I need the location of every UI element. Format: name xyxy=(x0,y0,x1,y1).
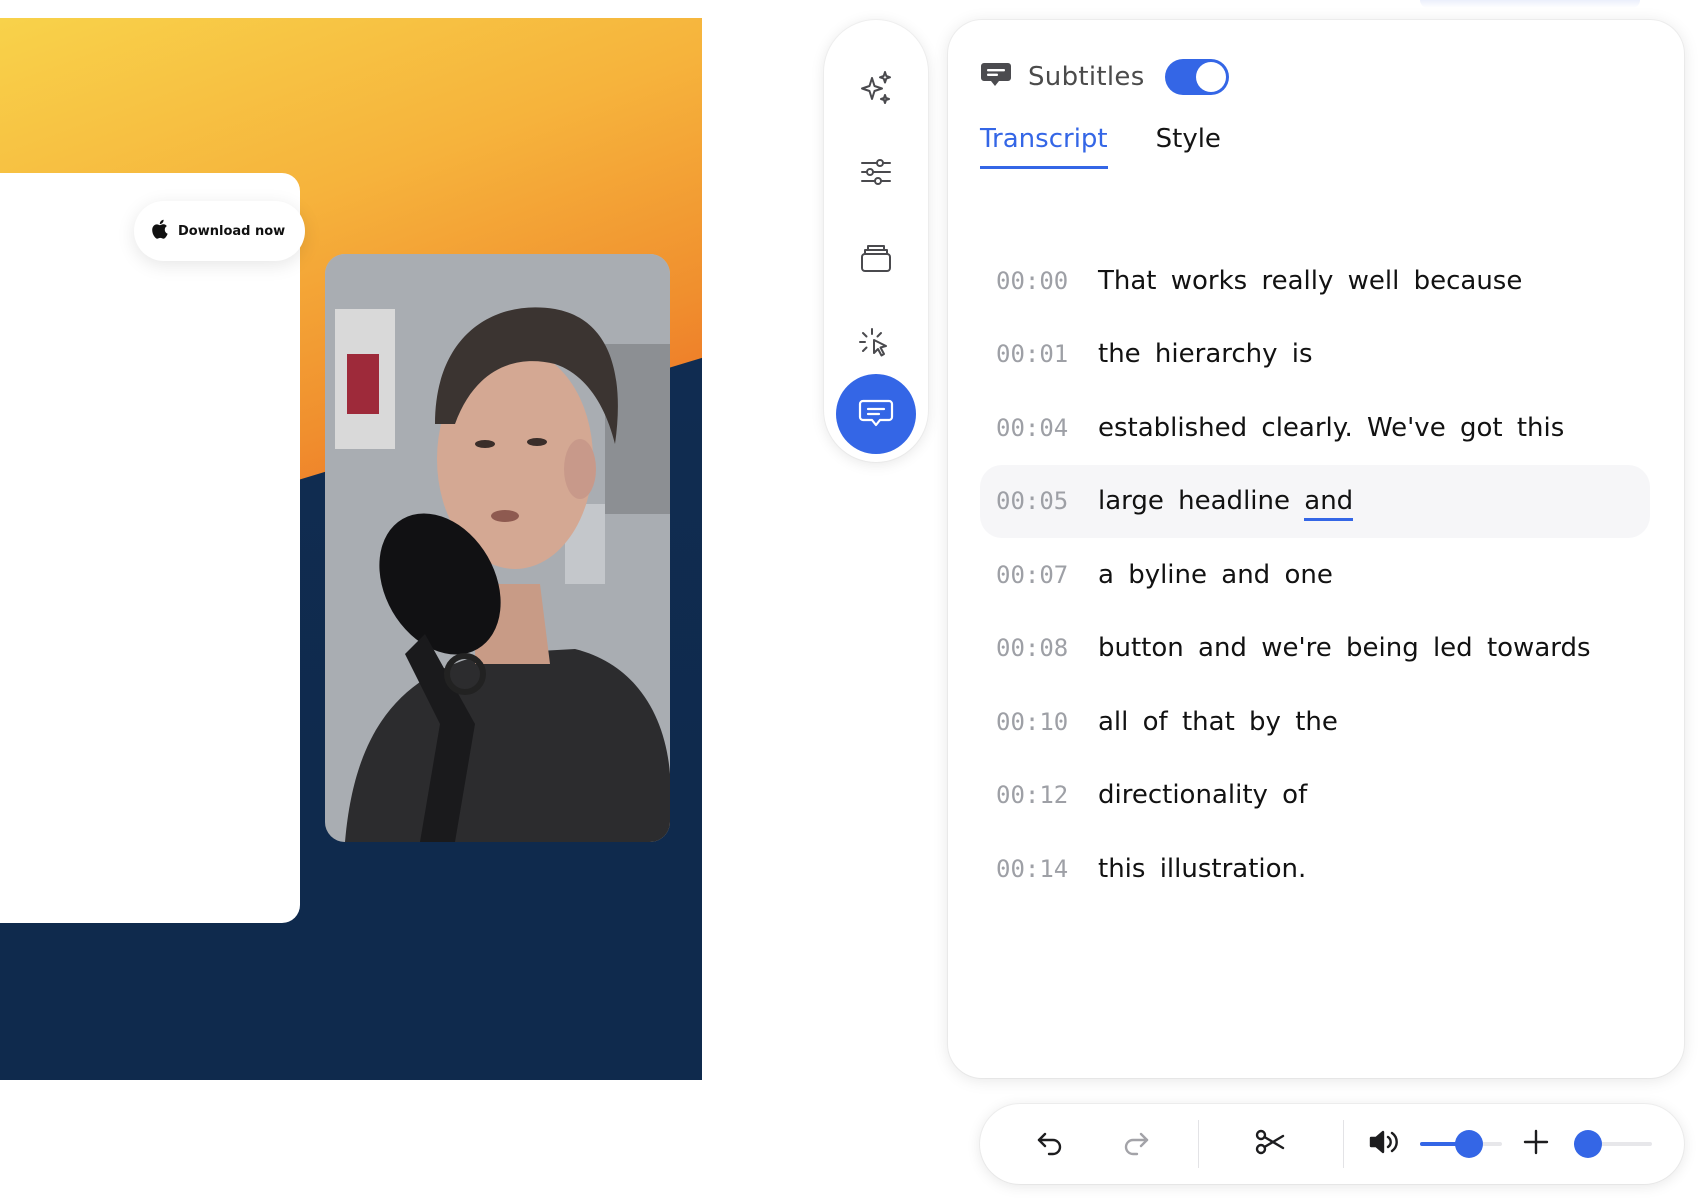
row-timestamp: 00:04 xyxy=(996,413,1069,442)
transcript-row[interactable]: 00:12 directionality of xyxy=(980,759,1650,833)
subtitles-header-icon xyxy=(980,60,1012,94)
volume-slider[interactable] xyxy=(1420,1130,1502,1158)
sliders-icon xyxy=(856,152,896,196)
transcript-row-active[interactable]: 00:05 large headline and xyxy=(980,464,1650,538)
row-text[interactable]: large headline and xyxy=(1098,486,1354,522)
download-now-label: Download now xyxy=(178,223,286,239)
row-timestamp: 00:10 xyxy=(996,707,1069,736)
row-timestamp: 00:08 xyxy=(996,634,1069,663)
sparkles-icon xyxy=(856,68,896,112)
transcript-row[interactable]: 00:14 this illustration. xyxy=(980,832,1650,906)
row-text[interactable]: button and we're being led towards xyxy=(1098,633,1591,663)
transcript-row[interactable]: 00:07 a byline and one xyxy=(980,538,1650,612)
white-card xyxy=(0,173,300,923)
redo-icon xyxy=(1121,1127,1151,1161)
magic-tools-button[interactable] xyxy=(836,50,916,130)
row-text-before: large headline xyxy=(1098,486,1290,517)
zoom-in-button[interactable] xyxy=(1516,1124,1556,1164)
row-timestamp: 00:00 xyxy=(996,266,1069,295)
adjustments-button[interactable] xyxy=(836,134,916,214)
current-word[interactable]: and xyxy=(1304,486,1354,522)
panel-title: Subtitles xyxy=(1028,62,1145,92)
row-timestamp: 00:05 xyxy=(996,487,1069,516)
speaker-video-thumbnail[interactable] xyxy=(325,254,670,842)
tab-style[interactable]: Style xyxy=(1156,124,1221,169)
zoom-slider[interactable] xyxy=(1574,1130,1652,1158)
download-now-button[interactable]: Download now xyxy=(134,201,306,261)
transcript-row[interactable]: 00:10 all of that by the xyxy=(980,685,1650,759)
top-shadow xyxy=(1420,0,1640,8)
volume-icon xyxy=(1367,1127,1403,1161)
apple-icon xyxy=(152,219,170,243)
volume-button[interactable] xyxy=(1365,1124,1405,1164)
tool-rail xyxy=(824,20,928,462)
video-canvas[interactable]: Download now xyxy=(0,18,702,1080)
toggle-knob xyxy=(1195,62,1226,92)
subtitles-tool-button[interactable] xyxy=(836,374,916,454)
transcript-list: 00:00 That works really well because 00:… xyxy=(980,244,1650,906)
row-timestamp: 00:07 xyxy=(996,560,1069,589)
row-text[interactable]: the hierarchy is xyxy=(1098,339,1313,369)
speaker-illustration xyxy=(325,254,670,842)
transcript-row[interactable]: 00:01 the hierarchy is xyxy=(980,318,1650,392)
row-timestamp: 00:14 xyxy=(996,854,1069,883)
subtitles-toggle[interactable] xyxy=(1164,59,1229,95)
row-timestamp: 00:01 xyxy=(996,340,1069,369)
layers-icon xyxy=(856,238,896,282)
layers-button[interactable] xyxy=(836,220,916,300)
row-text[interactable]: That works really well because xyxy=(1098,266,1522,296)
panel-header: Subtitles xyxy=(980,54,1229,100)
toolbar-divider xyxy=(1198,1120,1199,1168)
zoom-slider-thumb[interactable] xyxy=(1574,1130,1603,1158)
transcript-row[interactable]: 00:08 button and we're being led towards xyxy=(980,612,1650,686)
split-button[interactable] xyxy=(1250,1124,1290,1164)
tab-transcript[interactable]: Transcript xyxy=(980,124,1108,169)
redo-button[interactable] xyxy=(1116,1124,1156,1164)
row-timestamp: 00:12 xyxy=(996,781,1069,810)
subtitles-icon xyxy=(856,392,896,436)
volume-slider-thumb[interactable] xyxy=(1455,1130,1484,1158)
transcript-row[interactable]: 00:00 That works really well because xyxy=(980,244,1650,318)
row-text[interactable]: all of that by the xyxy=(1098,707,1338,737)
undo-button[interactable] xyxy=(1030,1124,1070,1164)
zoom-in-icon xyxy=(1521,1127,1551,1161)
undo-icon xyxy=(1035,1127,1065,1161)
cursor-click-icon xyxy=(856,324,896,368)
panel-tabs: Transcript Style xyxy=(980,124,1221,169)
row-text[interactable]: this illustration. xyxy=(1098,854,1306,884)
subtitles-panel: Subtitles Transcript Style 00:00 That wo… xyxy=(948,20,1684,1078)
row-text[interactable]: directionality of xyxy=(1098,780,1307,810)
toolbar-divider xyxy=(1343,1120,1344,1168)
row-text[interactable]: a byline and one xyxy=(1098,560,1333,590)
transcript-row[interactable]: 00:04 established clearly. We've got thi… xyxy=(980,391,1650,465)
scissors-icon xyxy=(1254,1127,1286,1161)
row-text[interactable]: established clearly. We've got this xyxy=(1098,413,1564,443)
bottom-toolbar xyxy=(980,1104,1684,1184)
